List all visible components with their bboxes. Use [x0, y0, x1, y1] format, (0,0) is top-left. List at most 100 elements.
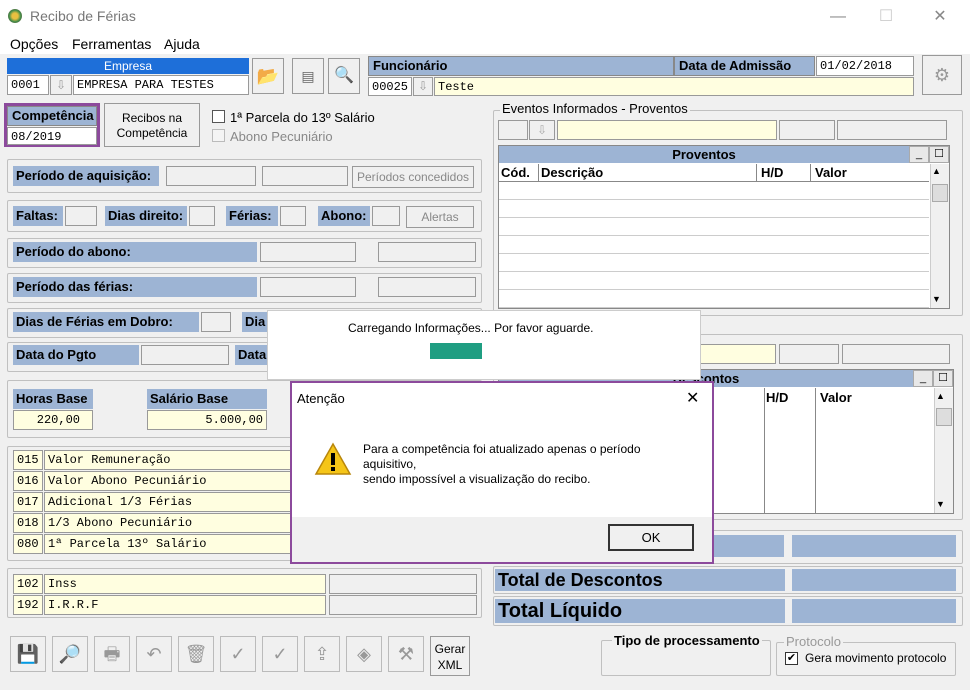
abono-fim-field[interactable] [378, 242, 476, 262]
evento-valor-field[interactable] [837, 120, 947, 140]
provento-row[interactable]: 080 1ª Parcela 13º Salário [13, 534, 333, 554]
aquisicao-inicio-field[interactable] [166, 166, 256, 186]
abono-label-field: Abono: [318, 206, 370, 226]
protocolo-label: Protocolo [784, 634, 843, 649]
desconto-row[interactable]: 192 I.R.R.F [13, 595, 479, 615]
alert-close-icon[interactable]: ✕ [686, 388, 699, 408]
close-button[interactable]: ✕ [925, 6, 955, 28]
periodo-ferias-label: Período das férias: [13, 277, 257, 297]
undo-icon[interactable]: ↶ [136, 636, 172, 672]
evento-desc-field[interactable] [557, 120, 777, 140]
descontos-maximize-icon[interactable]: ☐ [933, 370, 953, 387]
empresa-header: Empresa [7, 58, 249, 74]
admissao-field[interactable]: 01/02/2018 [816, 56, 914, 76]
parcela13-checkbox[interactable] [212, 110, 225, 123]
gera-movimento-label: Gera movimento protocolo [805, 651, 947, 665]
provento-code: 080 [13, 534, 43, 554]
proventos-grid-header: Cód. Descrição H/D Valor [499, 164, 929, 182]
ok-button[interactable]: OK [608, 524, 694, 551]
provento-row[interactable]: 016 Valor Abono Pecuniário [13, 471, 333, 491]
data-pgto-field[interactable] [141, 345, 229, 365]
competencia-field[interactable]: 08/2019 [7, 127, 97, 145]
evento-lookup-icon[interactable]: ⇩ [529, 120, 555, 140]
empresa-code-field[interactable]: 0001 [7, 75, 49, 95]
salario-base-label: Salário Base [147, 389, 267, 409]
desc-col-valor: Valor [820, 390, 852, 405]
col-hd: H/D [761, 165, 784, 180]
faltas-field[interactable] [65, 206, 97, 226]
descontos-scrollbar[interactable] [934, 388, 953, 513]
scroll-down-icon[interactable]: ▼ [932, 294, 941, 304]
abono-checkbox[interactable] [212, 129, 225, 142]
abono-field[interactable] [372, 206, 400, 226]
ferias-field[interactable] [280, 206, 306, 226]
desconto-desc-field[interactable] [700, 344, 776, 364]
proventos-grid-rows [499, 182, 929, 308]
alertas-button[interactable]: Alertas [406, 206, 474, 228]
gera-movimento-checkbox[interactable]: ✔ [785, 652, 798, 665]
abono-inicio-field[interactable] [260, 242, 356, 262]
menu-ajuda[interactable]: Ajuda [164, 36, 200, 52]
minimize-button[interactable]: — [823, 6, 853, 28]
scroll-thumb[interactable] [936, 408, 952, 426]
proventos-maximize-icon[interactable]: ☐ [929, 146, 949, 163]
desconto-hd-field[interactable] [779, 344, 839, 364]
empresa-lookup-icon[interactable]: ⇩ [50, 75, 72, 95]
calculator-icon[interactable]: ⚙ [922, 55, 962, 95]
desconto-row[interactable]: 102 Inss [13, 574, 479, 594]
desconto-name: I.R.R.F [44, 595, 326, 615]
provento-row[interactable]: 018 1/3 Abono Pecuniário [13, 513, 333, 533]
desconto-value [329, 574, 477, 594]
data-pgto-label: Data do Pgto [13, 345, 139, 365]
check-icon[interactable]: ✓ [220, 636, 256, 672]
export-icon[interactable]: ⇪ [304, 636, 340, 672]
scroll-thumb[interactable] [932, 184, 948, 202]
periodos-concedidos-button[interactable]: Períodos concedidos [352, 166, 474, 188]
empresa-name-field[interactable]: EMPRESA PARA TESTES [73, 75, 249, 95]
horas-base-field[interactable]: 220,00 [13, 410, 93, 430]
salario-base-field[interactable]: 5.000,00 [147, 410, 267, 430]
check2-icon[interactable]: ✓ [262, 636, 298, 672]
window-title: Recibo de Férias [30, 8, 136, 24]
col-descricao: Descrição [541, 165, 604, 180]
descontos-minimize-icon[interactable]: _ [913, 370, 933, 387]
funcionario-code-field[interactable]: 00025 [368, 77, 412, 96]
data-pgto2-label: Data [235, 345, 271, 365]
bottom-toolbar: 💾 🔎 🖶 ↶ 🗑 ✓ ✓ ⇪ ◈ ⚒ [10, 636, 470, 676]
provento-row[interactable]: 015 Valor Remuneração [13, 450, 333, 470]
evento-code-field[interactable] [498, 120, 528, 140]
total-descontos-label: Total de Descontos [495, 569, 785, 591]
search-icon[interactable]: 🔎 [52, 636, 88, 672]
funcionario-lookup-icon[interactable]: ⇩ [413, 77, 433, 96]
print-icon[interactable]: 🖶 [94, 636, 130, 672]
tipo-processamento-label: Tipo de processamento [612, 633, 762, 648]
proventos-minimize-icon[interactable]: _ [909, 146, 929, 163]
scroll-down-icon[interactable]: ▼ [936, 499, 945, 509]
scroll-up-icon[interactable]: ▲ [936, 391, 945, 401]
aquisicao-fim-field[interactable] [262, 166, 348, 186]
tools-icon[interactable]: ⚒ [388, 636, 424, 672]
gerar-xml-button[interactable]: Gerar XML [430, 636, 470, 676]
ferias-fim-field[interactable] [378, 277, 476, 297]
delete-icon[interactable]: 🗑 [178, 636, 214, 672]
maximize-button[interactable]: ☐ [871, 6, 901, 28]
provento-row[interactable]: 017 Adicional 1/3 Férias [13, 492, 333, 512]
dias-dobro-field[interactable] [201, 312, 231, 332]
import-icon[interactable]: ◈ [346, 636, 382, 672]
document-icon[interactable]: ▤ [292, 58, 324, 94]
abono-label: Abono Pecuniário [230, 129, 333, 144]
competencia-label: Competência [7, 106, 97, 126]
menu-opcoes[interactable]: Opções [10, 36, 58, 52]
recibos-competencia-button[interactable]: Recibos na Competência [104, 103, 200, 147]
scroll-up-icon[interactable]: ▲ [932, 166, 941, 176]
open-folder-icon[interactable]: 📂 [252, 58, 284, 94]
dias-direito-field[interactable] [189, 206, 215, 226]
ferias-inicio-field[interactable] [260, 277, 356, 297]
menu-ferramentas[interactable]: Ferramentas [72, 36, 151, 52]
evento-hd-field[interactable] [779, 120, 835, 140]
funcionario-name-field[interactable]: Teste [434, 77, 914, 96]
ferias-label: Férias: [226, 206, 278, 226]
desconto-valor-field[interactable] [842, 344, 950, 364]
search-document-icon[interactable]: 🔍 [328, 58, 360, 94]
save-icon[interactable]: 💾 [10, 636, 46, 672]
